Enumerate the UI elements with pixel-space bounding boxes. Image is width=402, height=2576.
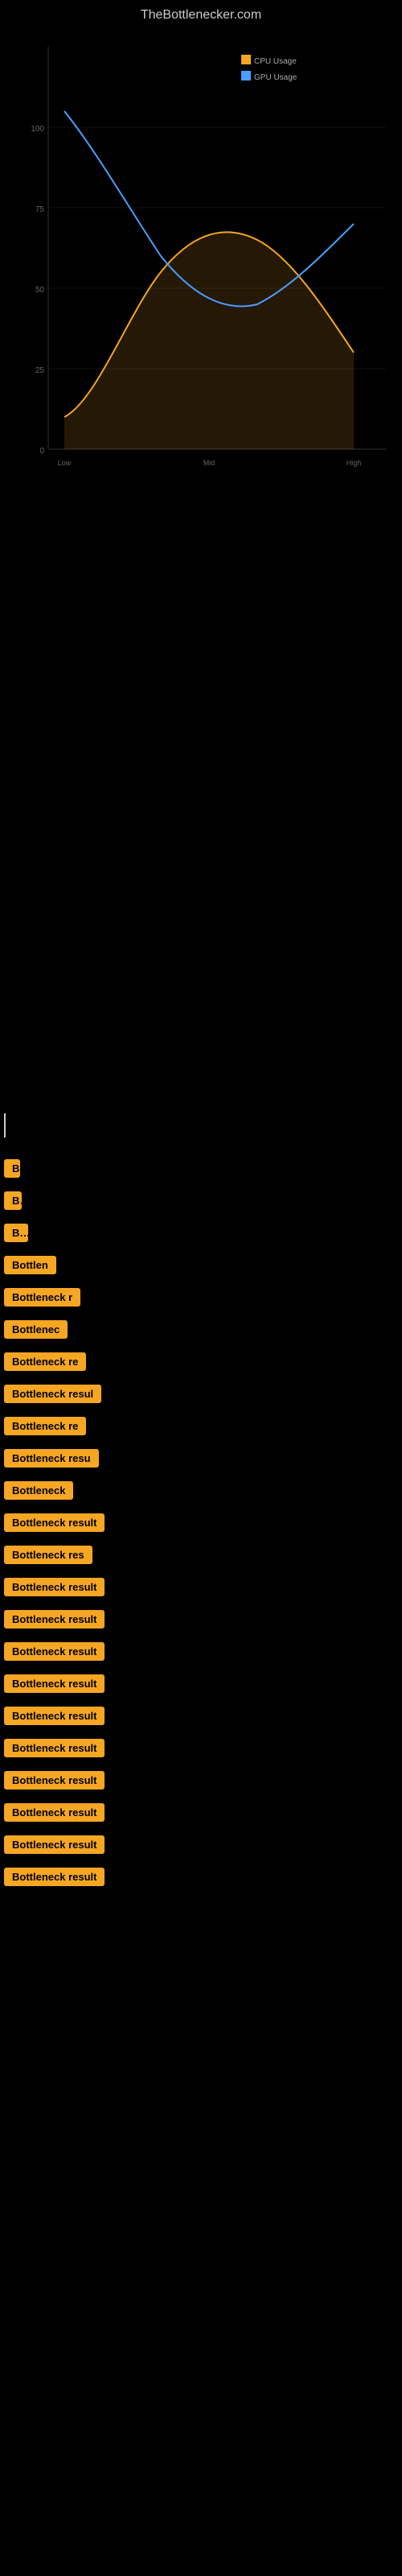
result-item-20: Bottleneck result [0, 1769, 402, 1795]
result-item-6: Bottlenec [0, 1319, 402, 1344]
result-item-11: Bottleneck [0, 1480, 402, 1505]
svg-text:0: 0 [39, 447, 44, 456]
result-badge-6: Bottlenec [4, 1320, 68, 1339]
result-badge-4: Bottlen [4, 1256, 56, 1274]
result-item-17: Bottleneck result [0, 1673, 402, 1699]
result-item-5: Bottleneck r [0, 1286, 402, 1312]
result-item-22: Bottleneck result [0, 1834, 402, 1860]
result-badge-21: Bottleneck result [4, 1803, 105, 1822]
chart-area: 100 75 50 25 0 Low Mid High CPU Usage GP… [0, 31, 402, 497]
result-badge-8: Bottleneck resul [4, 1385, 101, 1403]
svg-text:75: 75 [35, 205, 45, 214]
result-item-10: Bottleneck resu [0, 1447, 402, 1473]
site-title: TheBottlenecker.com [0, 0, 402, 31]
result-badge-2: B [4, 1191, 22, 1210]
result-badge-5: Bottleneck r [4, 1288, 80, 1307]
result-item-21: Bottleneck result [0, 1802, 402, 1827]
result-badge-7: Bottleneck re [4, 1352, 86, 1371]
result-badge-13: Bottleneck res [4, 1546, 92, 1564]
svg-text:GPU Usage: GPU Usage [254, 73, 297, 82]
result-item-9: Bottleneck re [0, 1415, 402, 1441]
result-item-18: Bottleneck result [0, 1705, 402, 1731]
svg-text:CPU Usage: CPU Usage [254, 57, 297, 66]
result-item-8: Bottleneck resul [0, 1383, 402, 1409]
result-badge-20: Bottleneck result [4, 1771, 105, 1790]
result-item-19: Bottleneck result [0, 1737, 402, 1763]
result-item-3: Bo [0, 1222, 402, 1248]
result-item-16: Bottleneck result [0, 1641, 402, 1666]
result-badge-3: Bo [4, 1224, 28, 1242]
result-item-23: Bottleneck result [0, 1866, 402, 1892]
result-item-13: Bottleneck res [0, 1544, 402, 1570]
result-item-14: Bottleneck result [0, 1576, 402, 1602]
result-badge-22: Bottleneck result [4, 1835, 105, 1854]
svg-text:50: 50 [35, 286, 45, 295]
cursor-indicator [0, 1109, 402, 1146]
results-section: BB Bo Bottlen Bottleneck r Bottlenec Bottlene… [0, 1109, 402, 1892]
results-list: BB Bo Bottlen Bottleneck r Bottlenec Bottlene… [0, 1158, 402, 1892]
result-badge-12: Bottleneck result [4, 1513, 105, 1532]
result-badge-17: Bottleneck result [4, 1674, 105, 1693]
result-badge-1: B [4, 1159, 20, 1178]
result-item-4: Bottlen [0, 1254, 402, 1280]
svg-text:Mid: Mid [203, 459, 215, 467]
svg-text:High: High [347, 459, 362, 467]
result-item-1: B [0, 1158, 402, 1183]
result-badge-23: Bottleneck result [4, 1868, 105, 1886]
result-item-12: Bottleneck result [0, 1512, 402, 1538]
result-badge-11: Bottleneck [4, 1481, 73, 1500]
svg-text:Low: Low [58, 459, 72, 467]
svg-text:100: 100 [31, 125, 44, 134]
result-badge-18: Bottleneck result [4, 1707, 105, 1725]
result-badge-10: Bottleneck resu [4, 1449, 99, 1468]
result-item-15: Bottleneck result [0, 1608, 402, 1634]
result-badge-16: Bottleneck result [4, 1642, 105, 1661]
result-badge-15: Bottleneck result [4, 1610, 105, 1629]
result-badge-19: Bottleneck result [4, 1739, 105, 1757]
result-badge-9: Bottleneck re [4, 1417, 86, 1435]
result-item-7: Bottleneck re [0, 1351, 402, 1377]
result-badge-14: Bottleneck result [4, 1578, 105, 1596]
result-item-2: B [0, 1190, 402, 1216]
svg-text:25: 25 [35, 366, 45, 375]
